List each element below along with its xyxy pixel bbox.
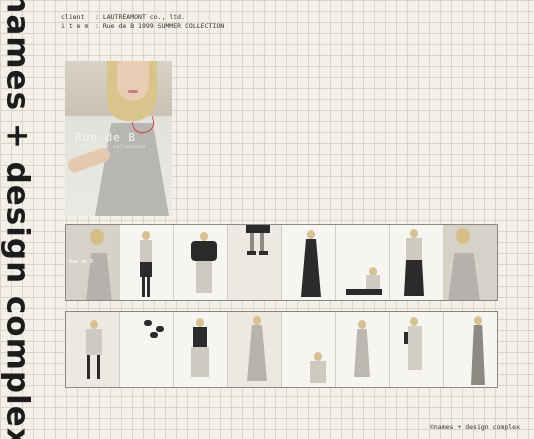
model-head [474, 316, 482, 325]
page-thumbnail [444, 312, 497, 387]
model-figure [471, 325, 485, 385]
page-thumbnail [336, 312, 390, 387]
studio-name-text: names + design complex [0, 0, 37, 439]
client-label: client [61, 13, 85, 21]
catalog-spread-row-2 [65, 311, 498, 388]
model-head [456, 228, 470, 244]
cover-subtitle: 1999 summer collection [75, 145, 146, 150]
model-head [196, 318, 204, 327]
model-lips [128, 90, 138, 93]
model-figure [193, 327, 207, 347]
model-figure [404, 260, 424, 296]
model-figure [142, 277, 145, 297]
page-thumbnail: Rue de B [66, 225, 120, 300]
model-head [358, 320, 366, 329]
page-thumbnail [444, 225, 497, 300]
catalog-spread-row-1: Rue de B [65, 224, 498, 301]
page-thumbnail [336, 225, 390, 300]
page-thumbnail [282, 225, 336, 300]
model-figure [246, 225, 270, 233]
vertical-studio-title: names + design complex [0, 0, 36, 439]
page-thumbnail [174, 312, 228, 387]
model-figure [301, 239, 321, 297]
page-thumbnail [282, 312, 336, 387]
model-face [117, 61, 149, 101]
model-figure [87, 355, 90, 379]
model-figure [408, 326, 422, 370]
model-figure [260, 233, 264, 251]
model-head [410, 317, 418, 326]
model-figure [144, 320, 152, 326]
model-figure [247, 251, 256, 255]
model-figure [156, 326, 164, 332]
item-label: i t e m [61, 22, 89, 30]
model-figure [150, 332, 158, 338]
model-figure [366, 275, 380, 289]
page-thumbnail [228, 312, 282, 387]
model-figure [247, 325, 267, 381]
model-figure [140, 240, 152, 262]
cover-title: Rue de B [75, 131, 136, 144]
page-thumbnail [228, 225, 282, 300]
page-thumbnail [174, 225, 228, 300]
model-figure [310, 361, 326, 383]
page-thumbnail [390, 225, 444, 300]
model-figure [140, 262, 152, 277]
page-thumbnail [120, 312, 174, 387]
model-head [200, 232, 208, 241]
catalog-cover-image: Rue de B 1999 summer collection [65, 61, 172, 216]
model-head [90, 320, 98, 329]
model-head [253, 316, 261, 325]
thumb-title: Rue de B [69, 259, 94, 265]
model-figure [346, 289, 382, 295]
model-figure [191, 347, 209, 377]
item-value: : Rue de B 1999 SUMMER COLLECTION [95, 22, 225, 30]
model-head [307, 230, 315, 239]
model-head [142, 231, 150, 240]
client-line: client : LAUTRÉAMONT co., ltd. [61, 13, 224, 22]
model-figure [86, 329, 102, 355]
model-figure [196, 261, 212, 293]
model-head [314, 352, 322, 361]
model-figure [406, 238, 422, 260]
model-figure [97, 355, 100, 379]
model-figure [147, 277, 150, 297]
project-meta: client : LAUTRÉAMONT co., ltd. i t e m : R… [61, 13, 224, 31]
client-value: : LAUTRÉAMONT co., ltd. [95, 13, 186, 21]
model-figure [448, 253, 480, 300]
page-thumbnail [66, 312, 120, 387]
model-figure [191, 241, 217, 261]
copyright-footer: ©names + design complex [429, 423, 520, 431]
model-head [90, 229, 104, 245]
page-thumbnail [390, 312, 444, 387]
model-figure [354, 329, 370, 377]
page-thumbnail [120, 225, 174, 300]
item-line: i t e m : Rue de B 1999 SUMMER COLLECTION [61, 22, 224, 31]
model-figure [250, 233, 254, 251]
model-figure [259, 251, 268, 255]
model-head [410, 229, 418, 238]
